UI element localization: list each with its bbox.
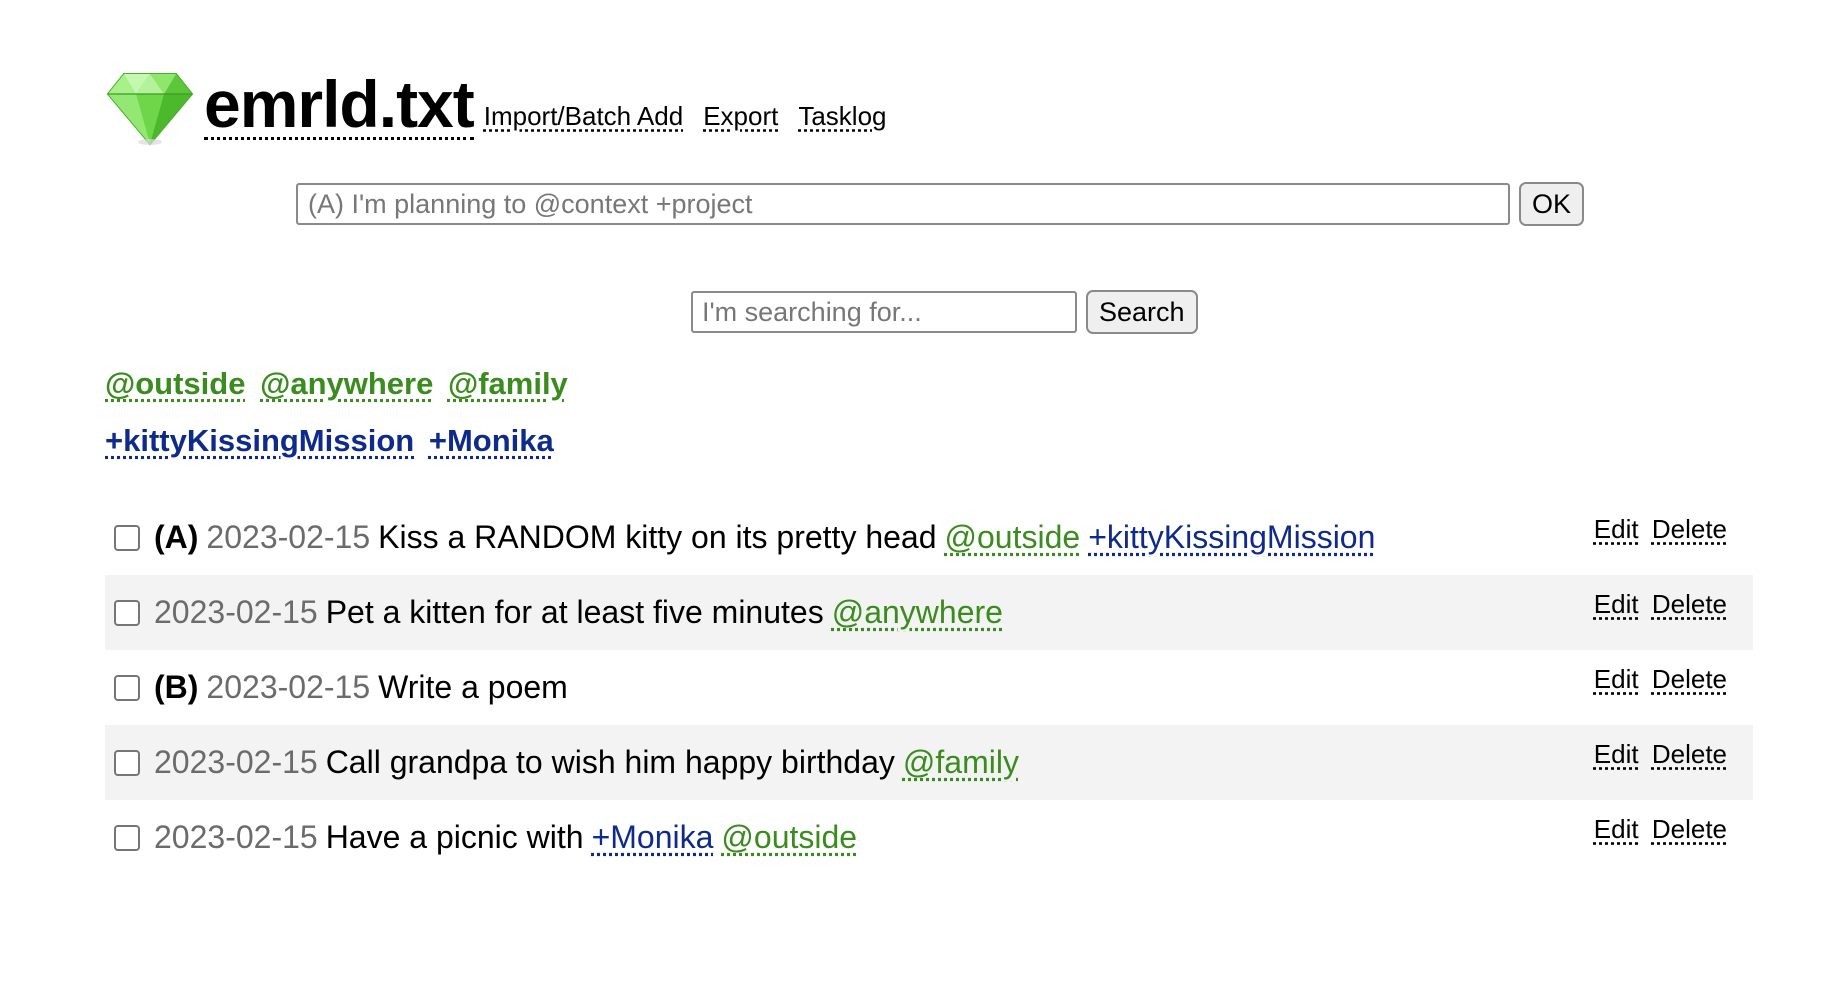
search-button[interactable]: Search — [1086, 290, 1198, 334]
task-actions: Edit Delete — [1588, 739, 1727, 770]
add-task-input[interactable] — [296, 183, 1510, 225]
task-description: Pet a kitten for at least five minutes — [325, 594, 824, 630]
context-filter-family[interactable]: @family — [448, 366, 568, 401]
delete-task-link[interactable]: Delete — [1652, 589, 1727, 619]
task-priority: (A) — [154, 519, 199, 555]
project-filter-list: +kittyKissingMission +Monika — [105, 423, 560, 459]
context-filter-list: @outside @anywhere @family — [105, 366, 574, 402]
task-actions: Edit Delete — [1588, 514, 1727, 545]
task-checkbox[interactable] — [114, 824, 140, 851]
task-description: Call grandpa to wish him happy birthday — [325, 744, 895, 780]
task-context-link[interactable]: @outside — [945, 519, 1081, 555]
search-form: Search — [691, 290, 1198, 334]
task-context-link[interactable]: @family — [903, 744, 1019, 780]
task-checkbox[interactable] — [114, 674, 140, 701]
task-date: 2023-02-15 — [206, 519, 371, 555]
task-date: 2023-02-15 — [154, 819, 318, 855]
header: emrld.txt Import/Batch Add Export Tasklo… — [106, 66, 907, 146]
task-row: (A) 2023-02-15 Kiss a RANDOM kitty on its … — [105, 500, 1753, 575]
task-date: 2023-02-15 — [154, 594, 318, 630]
emerald-gem-icon — [106, 73, 194, 146]
task-project-link[interactable]: +Monika — [592, 819, 714, 855]
task-actions: Edit Delete — [1588, 814, 1727, 845]
task-row: (B) 2023-02-15 Write a poem Edit Delete — [105, 650, 1753, 725]
task-text: (A) 2023-02-15 Kiss a RANDOM kitty on its … — [154, 519, 1375, 556]
task-row: 2023-02-15 Pet a kitten for at least five… — [105, 575, 1753, 650]
delete-task-link[interactable]: Delete — [1652, 739, 1727, 769]
task-description: Kiss a RANDOM kitty on its pretty head — [378, 519, 937, 555]
task-checkbox[interactable] — [114, 749, 140, 776]
task-row: 2023-02-15 Have a picnic with +Monika @outs… — [105, 800, 1753, 875]
nav-export[interactable]: Export — [703, 101, 778, 132]
task-actions: Edit Delete — [1588, 589, 1727, 620]
delete-task-link[interactable]: Delete — [1652, 814, 1727, 844]
task-date: 2023-02-15 — [154, 744, 318, 780]
task-priority: (B) — [154, 669, 199, 705]
project-filter-kittykissingmission[interactable]: +kittyKissingMission — [105, 423, 414, 458]
task-text: (B) 2023-02-15 Write a poem — [154, 669, 568, 706]
app-title-link[interactable]: emrld.txt — [204, 71, 475, 140]
task-description: Write a poem — [378, 669, 568, 705]
task-row: 2023-02-15 Call grandpa to wish him happy… — [105, 725, 1753, 800]
search-input[interactable] — [691, 291, 1077, 333]
edit-task-link[interactable]: Edit — [1594, 664, 1639, 694]
task-date: 2023-02-15 — [206, 669, 371, 705]
edit-task-link[interactable]: Edit — [1594, 739, 1639, 769]
edit-task-link[interactable]: Edit — [1594, 514, 1639, 544]
nav-tasklog[interactable]: Tasklog — [798, 101, 886, 132]
context-filter-outside[interactable]: @outside — [105, 366, 245, 401]
task-context-link[interactable]: @anywhere — [832, 594, 1003, 630]
delete-task-link[interactable]: Delete — [1652, 514, 1727, 544]
edit-task-link[interactable]: Edit — [1594, 814, 1639, 844]
delete-task-link[interactable]: Delete — [1652, 664, 1727, 694]
task-text: 2023-02-15 Pet a kitten for at least five… — [154, 594, 1003, 631]
task-checkbox[interactable] — [114, 524, 140, 551]
nav-import-batch-add[interactable]: Import/Batch Add — [484, 101, 683, 132]
task-list: (A) 2023-02-15 Kiss a RANDOM kitty on its … — [105, 500, 1753, 875]
task-checkbox[interactable] — [114, 599, 140, 626]
task-text: 2023-02-15 Have a picnic with +Monika @outs… — [154, 819, 857, 856]
task-actions: Edit Delete — [1588, 664, 1727, 695]
context-filter-anywhere[interactable]: @anywhere — [260, 366, 433, 401]
task-description: Have a picnic with — [325, 819, 584, 855]
ok-button[interactable]: OK — [1519, 182, 1585, 226]
add-task-form: OK — [296, 182, 1585, 226]
task-project-link[interactable]: +kittyKissingMission — [1088, 519, 1375, 555]
task-context-link[interactable]: @outside — [721, 819, 857, 855]
task-text: 2023-02-15 Call grandpa to wish him happy… — [154, 744, 1019, 781]
project-filter-monika[interactable]: +Monika — [429, 423, 554, 458]
page: emrld.txt Import/Batch Add Export Tasklo… — [0, 0, 1848, 990]
edit-task-link[interactable]: Edit — [1594, 589, 1639, 619]
